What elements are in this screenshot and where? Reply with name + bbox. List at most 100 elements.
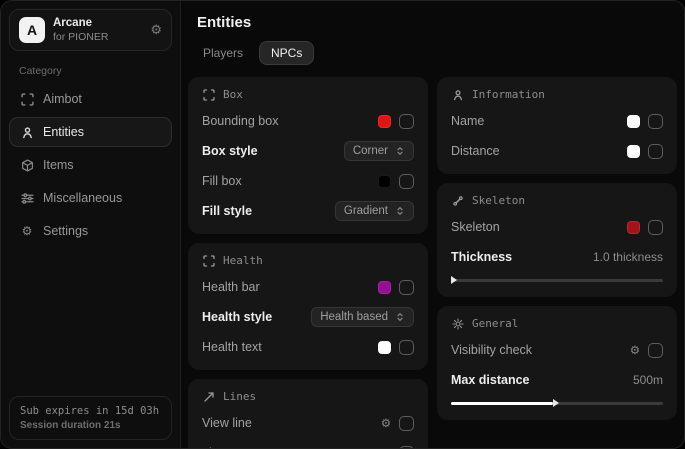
card-box: Box Bounding box Box style Corner (188, 77, 428, 234)
setting-row-skeleton: Skeleton (451, 217, 663, 237)
checkbox[interactable] (648, 114, 663, 129)
app-logo: A (19, 17, 45, 43)
checkbox[interactable] (399, 416, 414, 431)
color-swatch[interactable] (627, 221, 640, 234)
sidebar-item-items[interactable]: Items (9, 150, 172, 180)
app-subtitle: for PIONER (53, 31, 142, 44)
sliders-icon (20, 191, 34, 205)
setting-label: Visibility check (451, 343, 532, 357)
checkbox[interactable] (399, 446, 414, 449)
app-name: Arcane (53, 17, 142, 31)
health-style-select[interactable]: Health based (311, 307, 414, 327)
card-general: General Visibility check ⚙ Max distance … (437, 306, 677, 420)
unfold-icon (395, 206, 405, 216)
slider-thumb[interactable] (451, 276, 457, 284)
max-distance-slider[interactable] (451, 399, 663, 407)
checkbox[interactable] (399, 340, 414, 355)
slider-thumb[interactable] (553, 399, 559, 407)
setting-row-name: Name (451, 111, 663, 131)
setting-row-health-style: Health style Health based (202, 307, 414, 327)
card-header: Information (451, 88, 663, 101)
color-swatch[interactable] (627, 145, 640, 158)
box-style-select[interactable]: Corner (344, 141, 414, 161)
card-title: General (472, 317, 518, 330)
scan-brackets-icon (202, 88, 215, 101)
color-swatch[interactable] (378, 175, 391, 188)
setting-row-distance: Distance (451, 141, 663, 161)
setting-row-view-line: View line ⚙ (202, 413, 414, 433)
card-information: Information Name Distance (437, 77, 677, 174)
card-header: Lines (202, 390, 414, 403)
bone-icon (451, 194, 464, 207)
subscription-card: Sub expires in 15d 03h Session duration … (9, 396, 172, 440)
fill-style-select[interactable]: Gradient (335, 201, 414, 221)
setting-label: Box style (202, 144, 258, 158)
setting-label: Health bar (202, 280, 260, 294)
checkbox[interactable] (648, 144, 663, 159)
color-swatch[interactable] (378, 341, 391, 354)
unfold-icon (395, 146, 405, 156)
person-scan-icon (20, 125, 34, 139)
checkbox[interactable] (648, 220, 663, 235)
setting-row-line-to-enemy: Line to enemy ⚙ (202, 443, 414, 448)
slider-fill (451, 402, 553, 405)
person-scan-icon (451, 88, 464, 101)
sidebar-item-miscellaneous[interactable]: Miscellaneous (9, 183, 172, 213)
sidebar-item-settings[interactable]: ⚙ Settings (9, 216, 172, 246)
slider-track[interactable] (451, 279, 663, 282)
slider-track[interactable] (451, 402, 663, 405)
app-window: A Arcane for PIONER ⚙ Category Aimbot (0, 0, 685, 449)
setting-label: Skeleton (451, 220, 500, 234)
sidebar-item-entities[interactable]: Entities (9, 117, 172, 147)
sidebar-item-label: Settings (43, 224, 88, 238)
checkbox[interactable] (399, 114, 414, 129)
setting-row-health-bar: Health bar (202, 277, 414, 297)
sidebar-nav: Aimbot Entities Items (9, 81, 172, 246)
gear-icon: ⚙ (20, 224, 34, 238)
gear-icon[interactable]: ⚙ (381, 446, 391, 448)
color-swatch[interactable] (378, 281, 391, 294)
right-column: Information Name Distance (437, 77, 677, 420)
setting-label: Line to enemy (202, 446, 281, 448)
setting-label: Thickness (451, 250, 512, 264)
scan-box-icon (20, 92, 34, 106)
scan-brackets-icon (202, 254, 215, 267)
unfold-icon (395, 312, 405, 322)
setting-row-fill-style: Fill style Gradient (202, 201, 414, 221)
setting-label: Distance (451, 144, 500, 158)
setting-row-thickness: Thickness 1.0 thickness (451, 247, 663, 267)
card-header: General (451, 317, 663, 330)
diagonal-arrow-icon (202, 390, 215, 403)
color-swatch[interactable] (627, 115, 640, 128)
card-header: Skeleton (451, 194, 663, 207)
checkbox[interactable] (399, 174, 414, 189)
select-value: Gradient (344, 205, 388, 217)
gear-icon[interactable]: ⚙ (381, 416, 391, 430)
setting-row-max-distance: Max distance 500m (451, 370, 663, 390)
setting-label: Max distance (451, 373, 530, 387)
card-header: Box (202, 88, 414, 101)
setting-row-fill-box: Fill box (202, 171, 414, 191)
checkbox[interactable] (648, 343, 663, 358)
session-duration-text: Session duration 21s (20, 420, 161, 431)
setting-label: Bounding box (202, 114, 278, 128)
card-health: Health Health bar Health style Health ba… (188, 243, 428, 370)
card-title: Skeleton (472, 194, 525, 207)
gear-icon[interactable]: ⚙ (150, 23, 162, 38)
tab-players[interactable]: Players (191, 41, 255, 65)
color-swatch[interactable] (378, 115, 391, 128)
tab-npcs[interactable]: NPCs (259, 41, 314, 65)
checkbox[interactable] (399, 280, 414, 295)
tab-bar: Players NPCs (191, 41, 677, 65)
slider-value: 500m (633, 373, 663, 387)
card-title: Health (223, 254, 263, 267)
thickness-slider[interactable] (451, 276, 663, 284)
card-title: Box (223, 88, 243, 101)
setting-row-bounding-box: Bounding box (202, 111, 414, 131)
category-label: Category (19, 65, 172, 77)
gear-icon[interactable]: ⚙ (630, 343, 640, 357)
select-value: Corner (353, 145, 388, 157)
sidebar-item-aimbot[interactable]: Aimbot (9, 84, 172, 114)
setting-label: Fill box (202, 174, 242, 188)
select-value: Health based (320, 311, 388, 323)
